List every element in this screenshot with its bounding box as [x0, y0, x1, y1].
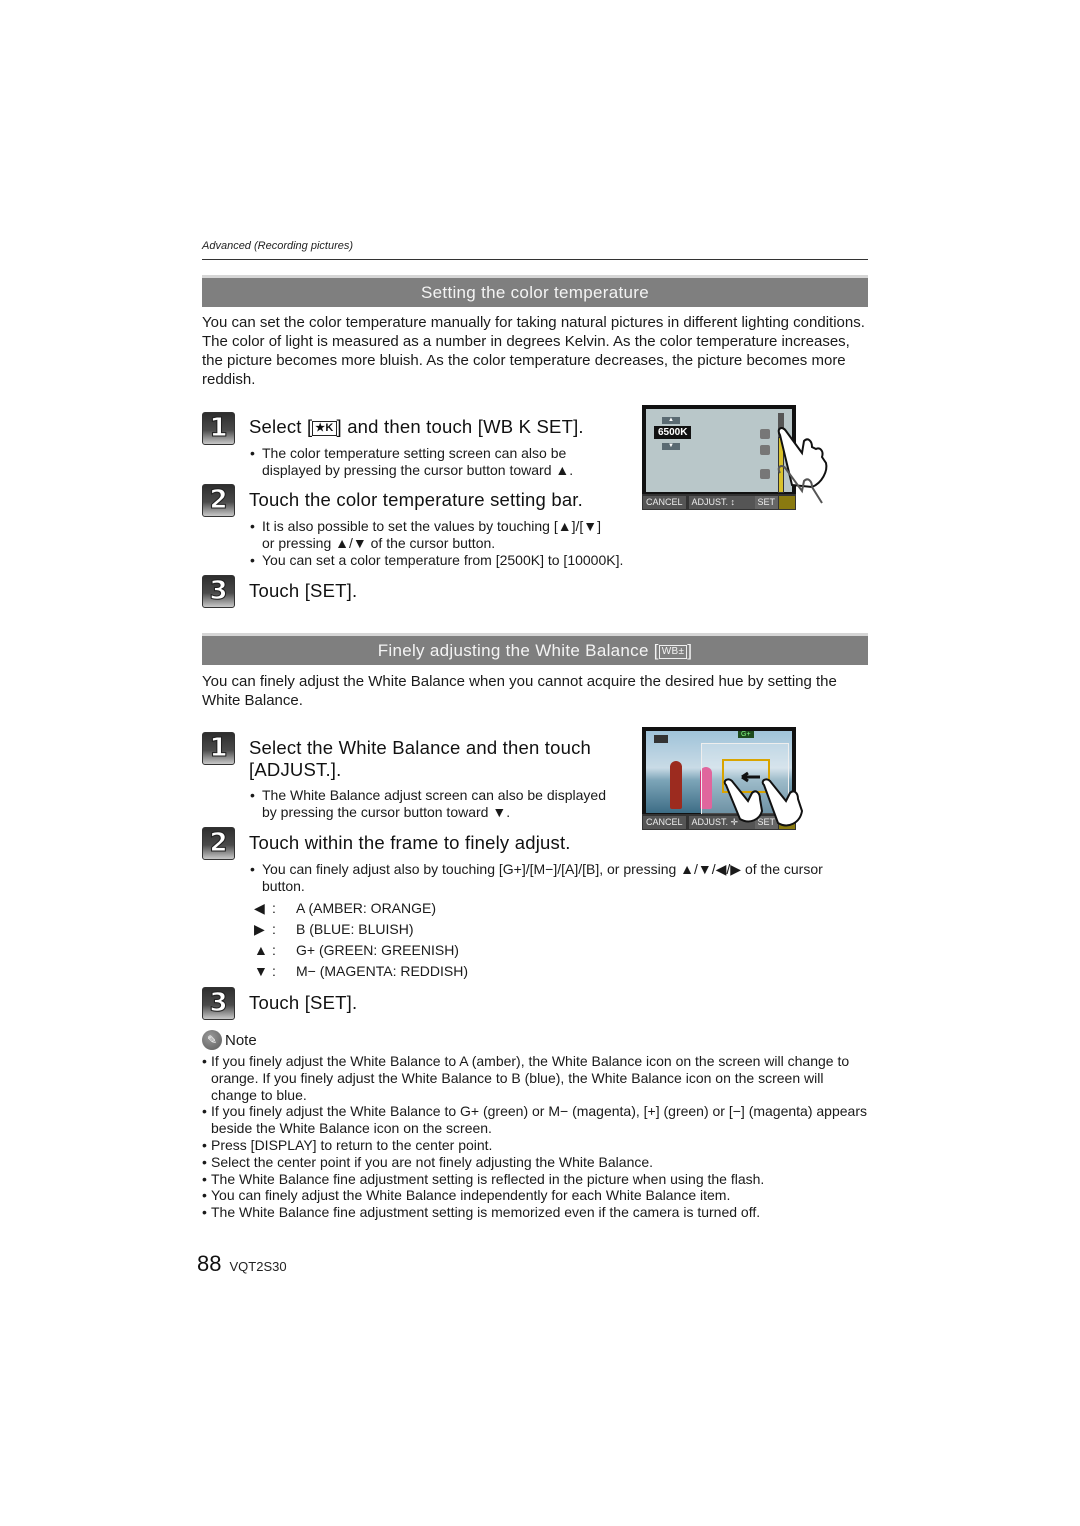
section2-step-1: 1 Select the White Balance and then touc…	[202, 732, 591, 781]
step-title: Touch [SET].	[249, 580, 358, 601]
section2-step2-bullet: • You can finely adjust also by touching …	[250, 861, 823, 894]
key-row-magenta: ▼ : M− (MAGENTA: REDDISH)	[254, 961, 468, 982]
right-arrow-icon: ▶	[254, 921, 265, 937]
step-number-badge: 1	[202, 732, 235, 765]
section1-step-1: 1 Select [★K] and then touch [WB K SET].	[202, 412, 584, 445]
left-arrow-icon: ◀	[254, 900, 265, 916]
section2-step-3: 3 Touch [SET].	[202, 987, 357, 1020]
note-item: • Press [DISPLAY] to return to the center…	[202, 1136, 493, 1153]
bulb-icon	[760, 469, 770, 479]
wb-adjust-icon: WB±	[658, 645, 688, 659]
key-row-green: ▲ : G+ (GREEN: GREENISH)	[254, 940, 468, 961]
section-heading-color-temperature: Setting the color temperature	[202, 275, 868, 307]
key-row-blue: ▶ : B (BLUE: BLUISH)	[254, 919, 468, 940]
page-footer: 88 VQT2S30	[197, 1251, 287, 1277]
touch-hand-icon	[777, 427, 828, 504]
step-number-badge: 3	[202, 987, 235, 1020]
up-arrow-icon: ▲	[662, 417, 680, 424]
section1-step2-bullet-1: • It is also possible to set the values b…	[250, 518, 601, 551]
green-plus-label: G+	[738, 731, 754, 738]
wb-mode-icon	[654, 735, 668, 743]
section2-step1-bullet: • The White Balance adjust screen can als…	[250, 787, 606, 820]
note-item: • The White Balance fine adjustment setti…	[202, 1170, 765, 1187]
section1-step-2: 2 Touch the color temperature setting ba…	[202, 484, 583, 517]
step-number-badge: 1	[202, 412, 235, 445]
white-balance-adjust-screen-image: G+ CANCEL ADJUST. ✛ SET	[642, 727, 804, 830]
note-item: • If you finely adjust the White Balance …	[202, 1053, 850, 1103]
key-row-amber: ◀ : A (AMBER: ORANGE)	[254, 898, 468, 919]
step-number-badge: 2	[202, 827, 235, 860]
note-item: • If you finely adjust the White Balance …	[202, 1103, 867, 1137]
step-title: Touch [SET].	[249, 992, 358, 1013]
note-item: • Select the center point if you are not …	[202, 1153, 654, 1170]
section-heading-white-balance-adjust: Finely adjusting the White Balance [WB±]	[202, 633, 868, 665]
step-title: Select [★K] and then touch [WB K SET].	[249, 416, 584, 437]
section2-step-2: 2 Touch within the frame to finely adjus…	[202, 827, 571, 860]
section1-step-3: 3 Touch [SET].	[202, 575, 357, 608]
adjust-label: ADJUST. ↕	[688, 495, 755, 509]
model-code: VQT2S30	[229, 1259, 287, 1274]
step-number-badge: 3	[202, 575, 235, 608]
section2-intro: You can finely adjust the White Balance …	[202, 673, 837, 709]
photo-subject	[670, 761, 682, 809]
down-arrow-icon: ▼	[662, 443, 680, 450]
running-head: Advanced (Recording pictures)	[202, 240, 354, 252]
page-number: 88	[197, 1251, 222, 1276]
note-item: • The White Balance fine adjustment setti…	[202, 1204, 761, 1221]
temperature-value: 6500K	[654, 426, 692, 439]
cursor-key-legend: ◀ : A (AMBER: ORANGE) ▶ : B (BLUE: BLUIS…	[254, 898, 468, 982]
down-arrow-icon: ▼	[254, 963, 268, 979]
section1-step2-bullet-2: • You can set a color temperature from [2…	[250, 552, 624, 568]
section1-intro: You can set the color temperature manual…	[202, 314, 865, 388]
note-heading: ✎ Note	[202, 1030, 257, 1050]
section1-step1-bullet: • The color temperature setting screen ca…	[250, 445, 574, 478]
step-title: Select the White Balance and then touch …	[249, 737, 592, 780]
pencil-icon: ✎	[202, 1030, 222, 1050]
color-temperature-screen-image: ▲ 6500K ▼ CANCEL ADJUST. ↕ SET	[642, 405, 828, 510]
note-list: • If you finely adjust the White Balance …	[202, 1053, 868, 1221]
sun-icon	[760, 445, 770, 455]
step-title: Touch within the frame to finely adjust.	[249, 832, 571, 853]
cancel-label: CANCEL	[643, 495, 686, 509]
step-number-badge: 2	[202, 484, 235, 517]
up-arrow-icon: ▲	[254, 942, 268, 958]
step-title: Touch the color temperature setting bar.	[249, 489, 583, 510]
touch-hand-icon	[723, 771, 804, 827]
color-temperature-icon: ★K	[312, 421, 337, 436]
shade-icon	[760, 429, 770, 439]
cancel-label: CANCEL	[643, 815, 686, 829]
header-rule	[202, 259, 868, 260]
note-item: • You can finely adjust the White Balance…	[202, 1187, 731, 1204]
